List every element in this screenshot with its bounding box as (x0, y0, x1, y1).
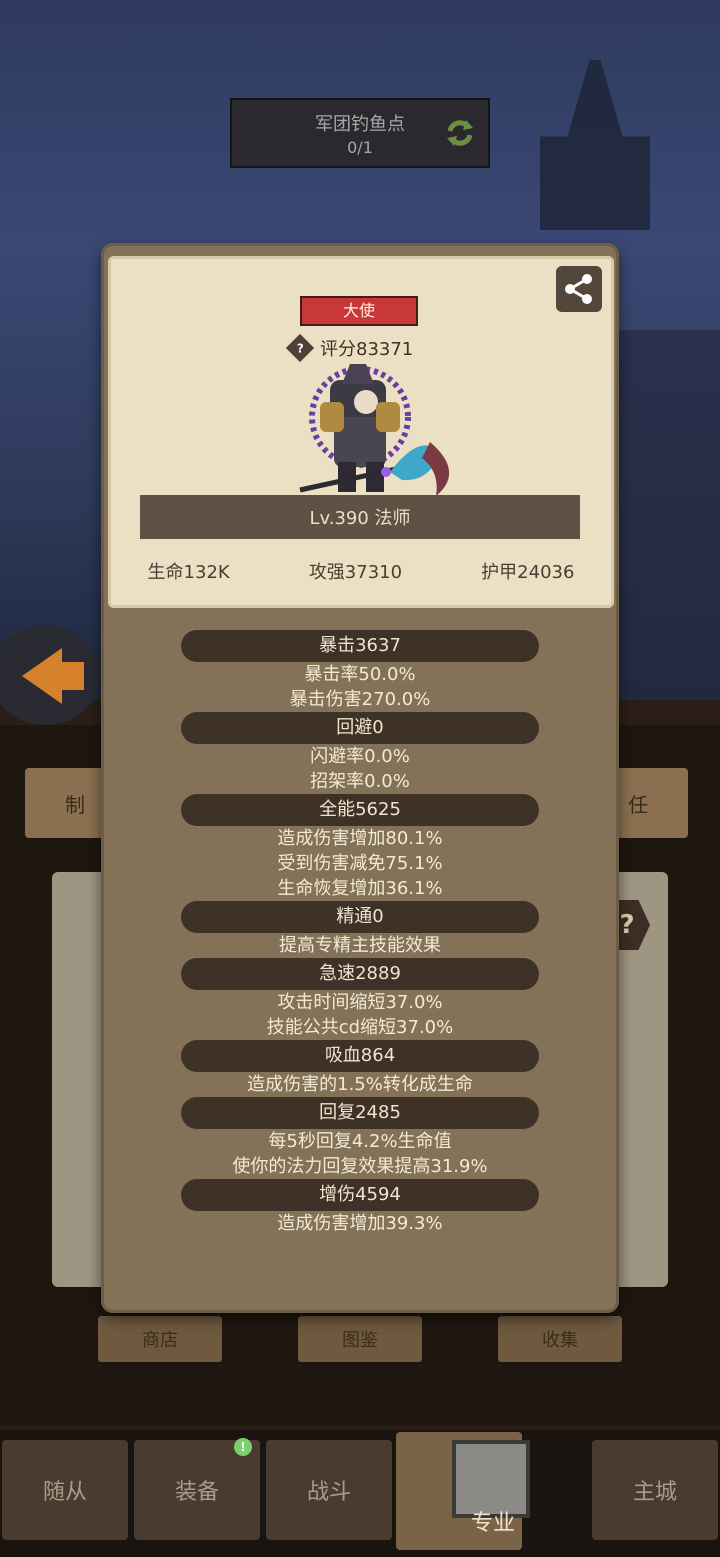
collect-button[interactable]: 收集 (498, 1316, 622, 1362)
stat-category-mastery: 精通0 (181, 901, 539, 933)
stat-detail: 技能公共cd缩短37.0% (266, 1017, 454, 1038)
character-sprite (290, 362, 460, 498)
score-help-icon[interactable]: ? (285, 333, 315, 363)
attack-stat: 攻强37310 (308, 562, 403, 583)
title-badge: 大使 (300, 296, 418, 326)
fishing-spot-banner[interactable]: 军团钓鱼点 0/1 (230, 98, 490, 168)
stat-detail: 每5秒回复4.2%生命值 (268, 1131, 452, 1152)
codex-button[interactable]: 图鉴 (298, 1316, 422, 1362)
stat-detail: 造成伤害的1.5%转化成生命 (247, 1074, 473, 1095)
stat-detail: 受到伤害减免75.1% (277, 853, 443, 874)
score-row: ? 评分83371 (285, 333, 414, 363)
stat-detail: 提高专精主技能效果 (279, 935, 441, 956)
stat-detail: 造成伤害增加39.3% (277, 1213, 443, 1234)
stat-category-regen: 回复2485 (181, 1097, 539, 1129)
stat-detail: 闪避率0.0% (310, 746, 410, 767)
back-arrow-tail (58, 662, 84, 690)
stat-category-leech: 吸血864 (181, 1040, 539, 1072)
stat-category-haste: 急速2889 (181, 958, 539, 990)
nav-notification-badge: ! (234, 1438, 252, 1456)
level-class-bar: Lv.390 法师 (140, 495, 580, 539)
stat-detail: 攻击时间缩短37.0% (277, 992, 443, 1013)
shop-button[interactable]: 商店 (98, 1316, 222, 1362)
stat-detail: 招架率0.0% (310, 771, 410, 792)
refresh-icon[interactable] (442, 115, 478, 151)
nav-battle[interactable]: 战斗 (266, 1440, 392, 1540)
stat-detail: 暴击伤害270.0% (289, 689, 431, 710)
nav-followers[interactable]: 随从 (2, 1440, 128, 1540)
armor-stat: 护甲24036 (481, 562, 575, 583)
back-arrow-icon (22, 648, 62, 704)
stat-category-versatility: 全能5625 (181, 794, 539, 826)
stat-detail: 使你的法力回复效果提高31.9% (232, 1156, 488, 1177)
stat-groups: 暴击3637 暴击率50.0% 暴击伤害270.0% 回避0 闪避率0.0% 招… (101, 630, 619, 1236)
summary-stats-row: 生命132K 攻强37310 护甲24036 (108, 558, 614, 586)
nav-main-city[interactable]: 主城 (592, 1440, 718, 1540)
score-text: 评分83371 (320, 339, 414, 360)
share-icon (565, 274, 592, 304)
stat-detail: 暴击率50.0% (304, 664, 416, 685)
stat-detail: 造成伤害增加80.1% (277, 828, 443, 849)
stat-category-crit: 暴击3637 (181, 630, 539, 662)
nav-profession-label: 专业 (470, 1511, 515, 1536)
stat-detail: 生命恢复增加36.1% (277, 878, 443, 899)
share-button[interactable] (556, 266, 602, 312)
hp-stat: 生命132K (147, 562, 230, 583)
stat-category-avoidance: 回避0 (181, 712, 539, 744)
stat-category-damage-boost: 增伤4594 (181, 1179, 539, 1211)
